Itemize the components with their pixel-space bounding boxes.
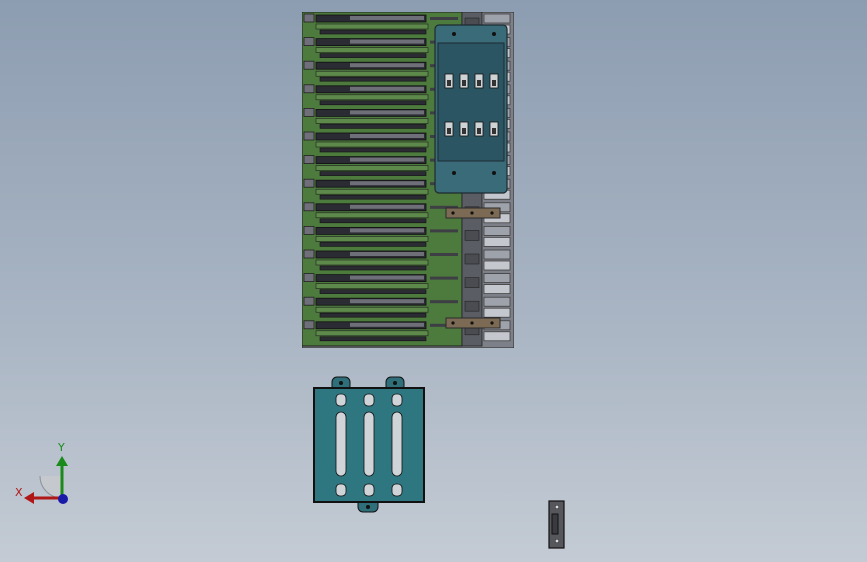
axis-triad-icon: Y X [10,440,80,510]
backplane-assembly[interactable] [302,12,514,348]
mounting-bracket-plate[interactable] [312,374,426,516]
connector-cover-plate[interactable] [434,24,508,194]
small-clip-part[interactable] [548,500,566,550]
axis-y-label: Y [58,441,65,454]
axis-x-label: X [15,486,23,499]
bracket-upper [445,207,501,219]
bracket-lower [445,317,501,329]
cad-viewport[interactable]: Y X [0,0,867,562]
